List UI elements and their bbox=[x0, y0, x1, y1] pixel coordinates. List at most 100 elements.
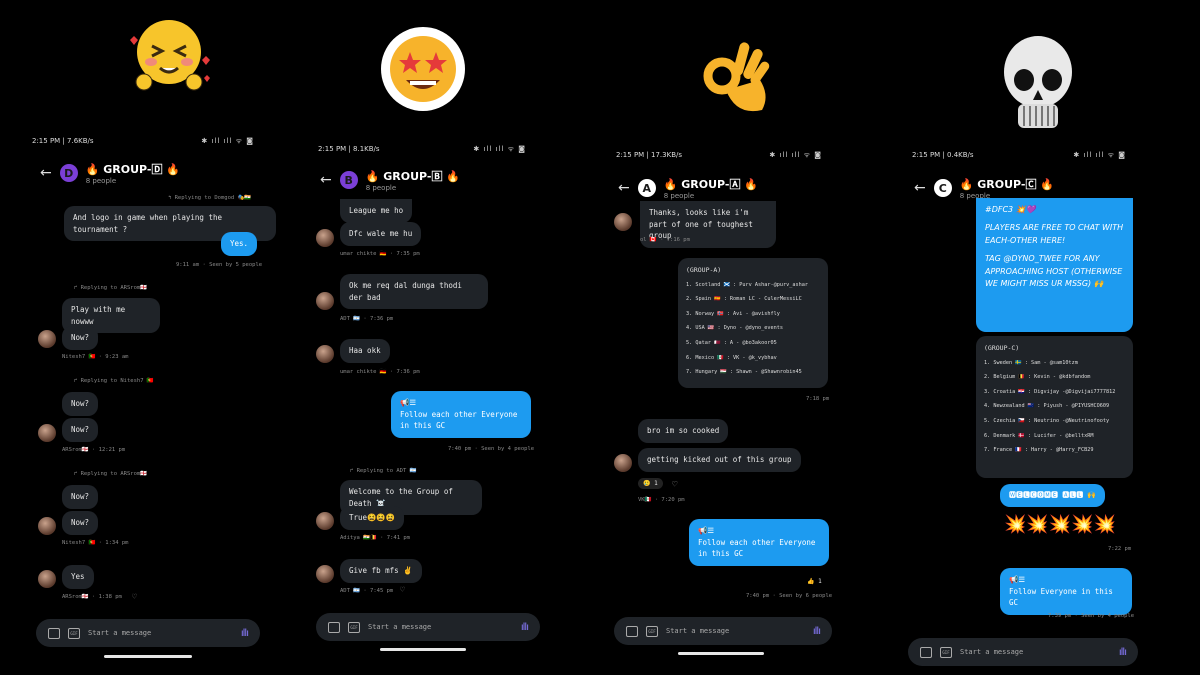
heart-icon[interactable]: ♡ bbox=[672, 480, 677, 490]
voice-icon[interactable]: ıllı bbox=[241, 628, 249, 639]
message-composer[interactable]: GIF Start a message ıllı bbox=[908, 638, 1138, 666]
card-line: 6. Mexico 🇲🇽 : VK - @k_vybhav bbox=[686, 354, 777, 361]
message-composer[interactable]: GIF Start a message ıllı bbox=[614, 617, 832, 645]
group-avatar[interactable]: C bbox=[933, 179, 952, 197]
group-roster-card[interactable]: (GROUP-C) 1. Sweden 🇸🇪 : Sam - @sam10tzm… bbox=[976, 336, 1133, 478]
image-icon[interactable] bbox=[626, 625, 638, 637]
message-meta: ADT 🇦🇷 · 7:45 pm bbox=[340, 588, 394, 594]
user-avatar[interactable] bbox=[316, 565, 334, 583]
user-avatar[interactable] bbox=[316, 292, 334, 310]
user-avatar[interactable] bbox=[38, 424, 56, 442]
user-avatar[interactable] bbox=[38, 570, 56, 588]
message-bubble[interactable]: Now? bbox=[62, 511, 99, 535]
explosion-emoji[interactable]: 💥💥💥💥💥 bbox=[1004, 514, 1116, 535]
message-bubble-sent[interactable]: 📢☰ Follow each other Everyone in this GC bbox=[391, 391, 531, 438]
message-bubble-sent[interactable]: 📢☰ Follow each other Everyone in this GC bbox=[689, 519, 829, 566]
user-avatar[interactable] bbox=[38, 517, 56, 535]
message-bubble[interactable]: Yes bbox=[62, 565, 94, 589]
group-name[interactable]: 🔥 GROUP-🄳 🔥 bbox=[86, 161, 180, 177]
card-line: 5. Qatar 🇶🇦 : A - @bo3akoor05 bbox=[686, 340, 777, 346]
heart-icon[interactable]: ♡ bbox=[132, 592, 137, 601]
chat-header: ← A 🔥 GROUP-🄰 🔥 8 people bbox=[618, 176, 758, 200]
message-input[interactable]: Start a message bbox=[368, 623, 431, 631]
message-bubble-sent[interactable]: #DFC3 💥💜 PLAYERS ARE FREE TO CHAT WITH E… bbox=[976, 198, 1133, 332]
gif-icon[interactable]: GIF bbox=[940, 646, 952, 658]
image-icon[interactable] bbox=[328, 621, 340, 633]
card-line: 6. Denmark 🇩🇰 : Lucifer - @belltxRM bbox=[984, 432, 1094, 439]
back-arrow-icon[interactable]: ← bbox=[320, 172, 332, 188]
card-line: 1. Scotland 🏴󠁧󠁢󠁳󠁣󠁴󠁿 : Purv Ashar-@purv_a… bbox=[686, 281, 809, 288]
megaphone-icon: 📢☰ bbox=[400, 398, 417, 407]
reaction-badge[interactable]: 👍 1 bbox=[802, 576, 827, 587]
user-avatar[interactable] bbox=[316, 345, 334, 363]
group-avatar[interactable]: A bbox=[637, 179, 656, 197]
reply-indicator: ↱ Replying to ARSrom🏴󠁧󠁢󠁥󠁮󠁧󠁿 bbox=[74, 471, 148, 477]
image-icon[interactable] bbox=[920, 646, 932, 658]
group-name[interactable]: 🔥 GROUP-🄱 🔥 bbox=[366, 168, 460, 184]
image-icon[interactable] bbox=[48, 627, 60, 639]
message-composer[interactable]: GIF Start a message ıllı bbox=[36, 619, 260, 647]
group-avatar[interactable]: B bbox=[339, 171, 358, 189]
status-bar: 2:15 PM | 0.4KB/s ✱ ıll ıll ᯤ ◙ bbox=[912, 151, 1126, 160]
heart-icon[interactable]: ♡ bbox=[400, 585, 405, 594]
user-avatar[interactable] bbox=[614, 213, 632, 231]
group-name[interactable]: 🔥 GROUP-🄲 🔥 bbox=[960, 176, 1054, 192]
message-meta: Aditya 🇮🇳🇧🇪 · 7:41 pm bbox=[340, 535, 410, 541]
message-bubble[interactable]: Now? bbox=[62, 392, 99, 416]
back-arrow-icon[interactable]: ← bbox=[914, 180, 926, 196]
message-text: Follow Everyone in this GC bbox=[1009, 586, 1113, 608]
gif-icon[interactable]: GIF bbox=[68, 627, 80, 639]
reaction-badge[interactable]: 🥲 1 bbox=[638, 478, 663, 489]
status-icons: ✱ ıll ıll ᯤ ◙ bbox=[201, 137, 254, 145]
message-bubble[interactable]: bro im so cooked bbox=[638, 419, 729, 443]
message-bubble[interactable]: Now? bbox=[62, 326, 99, 350]
message-meta: Nitesh7 🇵🇹 · 9:23 am bbox=[62, 354, 129, 360]
message-bubble[interactable]: True😫😫😫 bbox=[340, 506, 405, 530]
message-bubble[interactable]: Give fb mfs ✌️ bbox=[340, 559, 422, 583]
message-bubble-sent[interactable]: 📢☰ Follow Everyone in this GC bbox=[1000, 568, 1132, 615]
chat-panel-group-d: 2:15 PM | 7.6KB/s ✱ ıll ıll ᯤ ◙ ← D 🔥 GR… bbox=[28, 0, 276, 675]
voice-icon[interactable]: ıllı bbox=[813, 626, 821, 637]
status-time: 2:15 PM | 8.1KB/s bbox=[318, 145, 380, 153]
message-bubble[interactable]: Dfc wale me hu bbox=[340, 222, 422, 246]
user-avatar[interactable] bbox=[316, 512, 334, 530]
user-avatar[interactable] bbox=[614, 454, 632, 472]
card-line: 2. Belgium 🇧🇪 : Kevin - @kdbfandom bbox=[984, 374, 1091, 381]
gif-icon[interactable]: GIF bbox=[646, 625, 658, 637]
chat-panel-group-b: 2:15 PM | 8.1KB/s ✱ ıll ıll ᯤ ◙ ← B 🔥 GR… bbox=[308, 0, 540, 675]
message-meta: 9:11 am · Seen by 5 people bbox=[176, 262, 263, 268]
message-input[interactable]: Start a message bbox=[666, 627, 729, 635]
chat-panel-group-c: 2:15 PM | 0.4KB/s ✱ ıll ıll ᯤ ◙ ← C 🔥 GR… bbox=[902, 0, 1142, 675]
chat-panel-group-a: 2:15 PM | 17.3KB/s ✱ ıll ıll ᯤ ◙ ← A 🔥 G… bbox=[606, 0, 838, 675]
card-line: 4. USA 🇺🇸 : Dyno - @dyno_events bbox=[686, 325, 784, 332]
card-line: 3. Norway 🇳🇴 : Avi - @avishfly bbox=[686, 310, 780, 317]
back-arrow-icon[interactable]: ← bbox=[618, 180, 630, 196]
status-time: 2:15 PM | 7.6KB/s bbox=[32, 137, 94, 145]
voice-icon[interactable]: ıllı bbox=[1119, 647, 1127, 658]
message-bubble[interactable]: Now? bbox=[62, 485, 99, 509]
message-input[interactable]: Start a message bbox=[88, 629, 151, 637]
card-line: 3. Croatia 🇭🇷 : Digvijay -@Digvijai77778… bbox=[984, 388, 1116, 395]
user-avatar[interactable] bbox=[38, 330, 56, 348]
message-composer[interactable]: GIF Start a message ıllı bbox=[316, 613, 540, 641]
message-bubble[interactable]: Now? bbox=[62, 418, 99, 442]
message-bubble[interactable]: getting kicked out of this group bbox=[638, 448, 801, 472]
message-meta: ADT 🇦🇷 · 7:36 pm bbox=[340, 316, 394, 322]
message-text: Follow each other Everyone in this GC bbox=[400, 409, 518, 431]
group-name[interactable]: 🔥 GROUP-🄰 🔥 bbox=[664, 176, 758, 192]
group-avatar[interactable]: D bbox=[59, 164, 78, 182]
message-meta: umar chikte 🇩🇪 · 7:35 pm bbox=[340, 251, 420, 257]
message-bubble-sent[interactable]: 🆆🅴🅻🅲🅾🅼🅴 🅰🅻🅻 🙌 bbox=[1000, 484, 1106, 507]
user-avatar[interactable] bbox=[316, 229, 334, 247]
message-bubble[interactable]: Haa okk bbox=[340, 339, 390, 363]
voice-icon[interactable]: ıllı bbox=[521, 622, 529, 633]
message-input[interactable]: Start a message bbox=[960, 648, 1023, 656]
card-title: (GROUP-A) bbox=[686, 266, 722, 274]
message-bubble[interactable]: Ok me req dal dunga thodi der bad bbox=[340, 274, 488, 310]
back-arrow-icon[interactable]: ← bbox=[40, 165, 52, 181]
card-line: 7. France 🇫🇷 : Harry - @Harry_FCB29 bbox=[984, 447, 1094, 454]
gif-icon[interactable]: GIF bbox=[348, 621, 360, 633]
message-bubble[interactable]: League me ho bbox=[340, 199, 413, 223]
message-bubble-sent[interactable]: Yes. bbox=[221, 232, 258, 256]
group-roster-card[interactable]: (GROUP-A) 1. Scotland 🏴󠁧󠁢󠁳󠁣󠁴󠁿 : Purv Ash… bbox=[678, 258, 828, 388]
